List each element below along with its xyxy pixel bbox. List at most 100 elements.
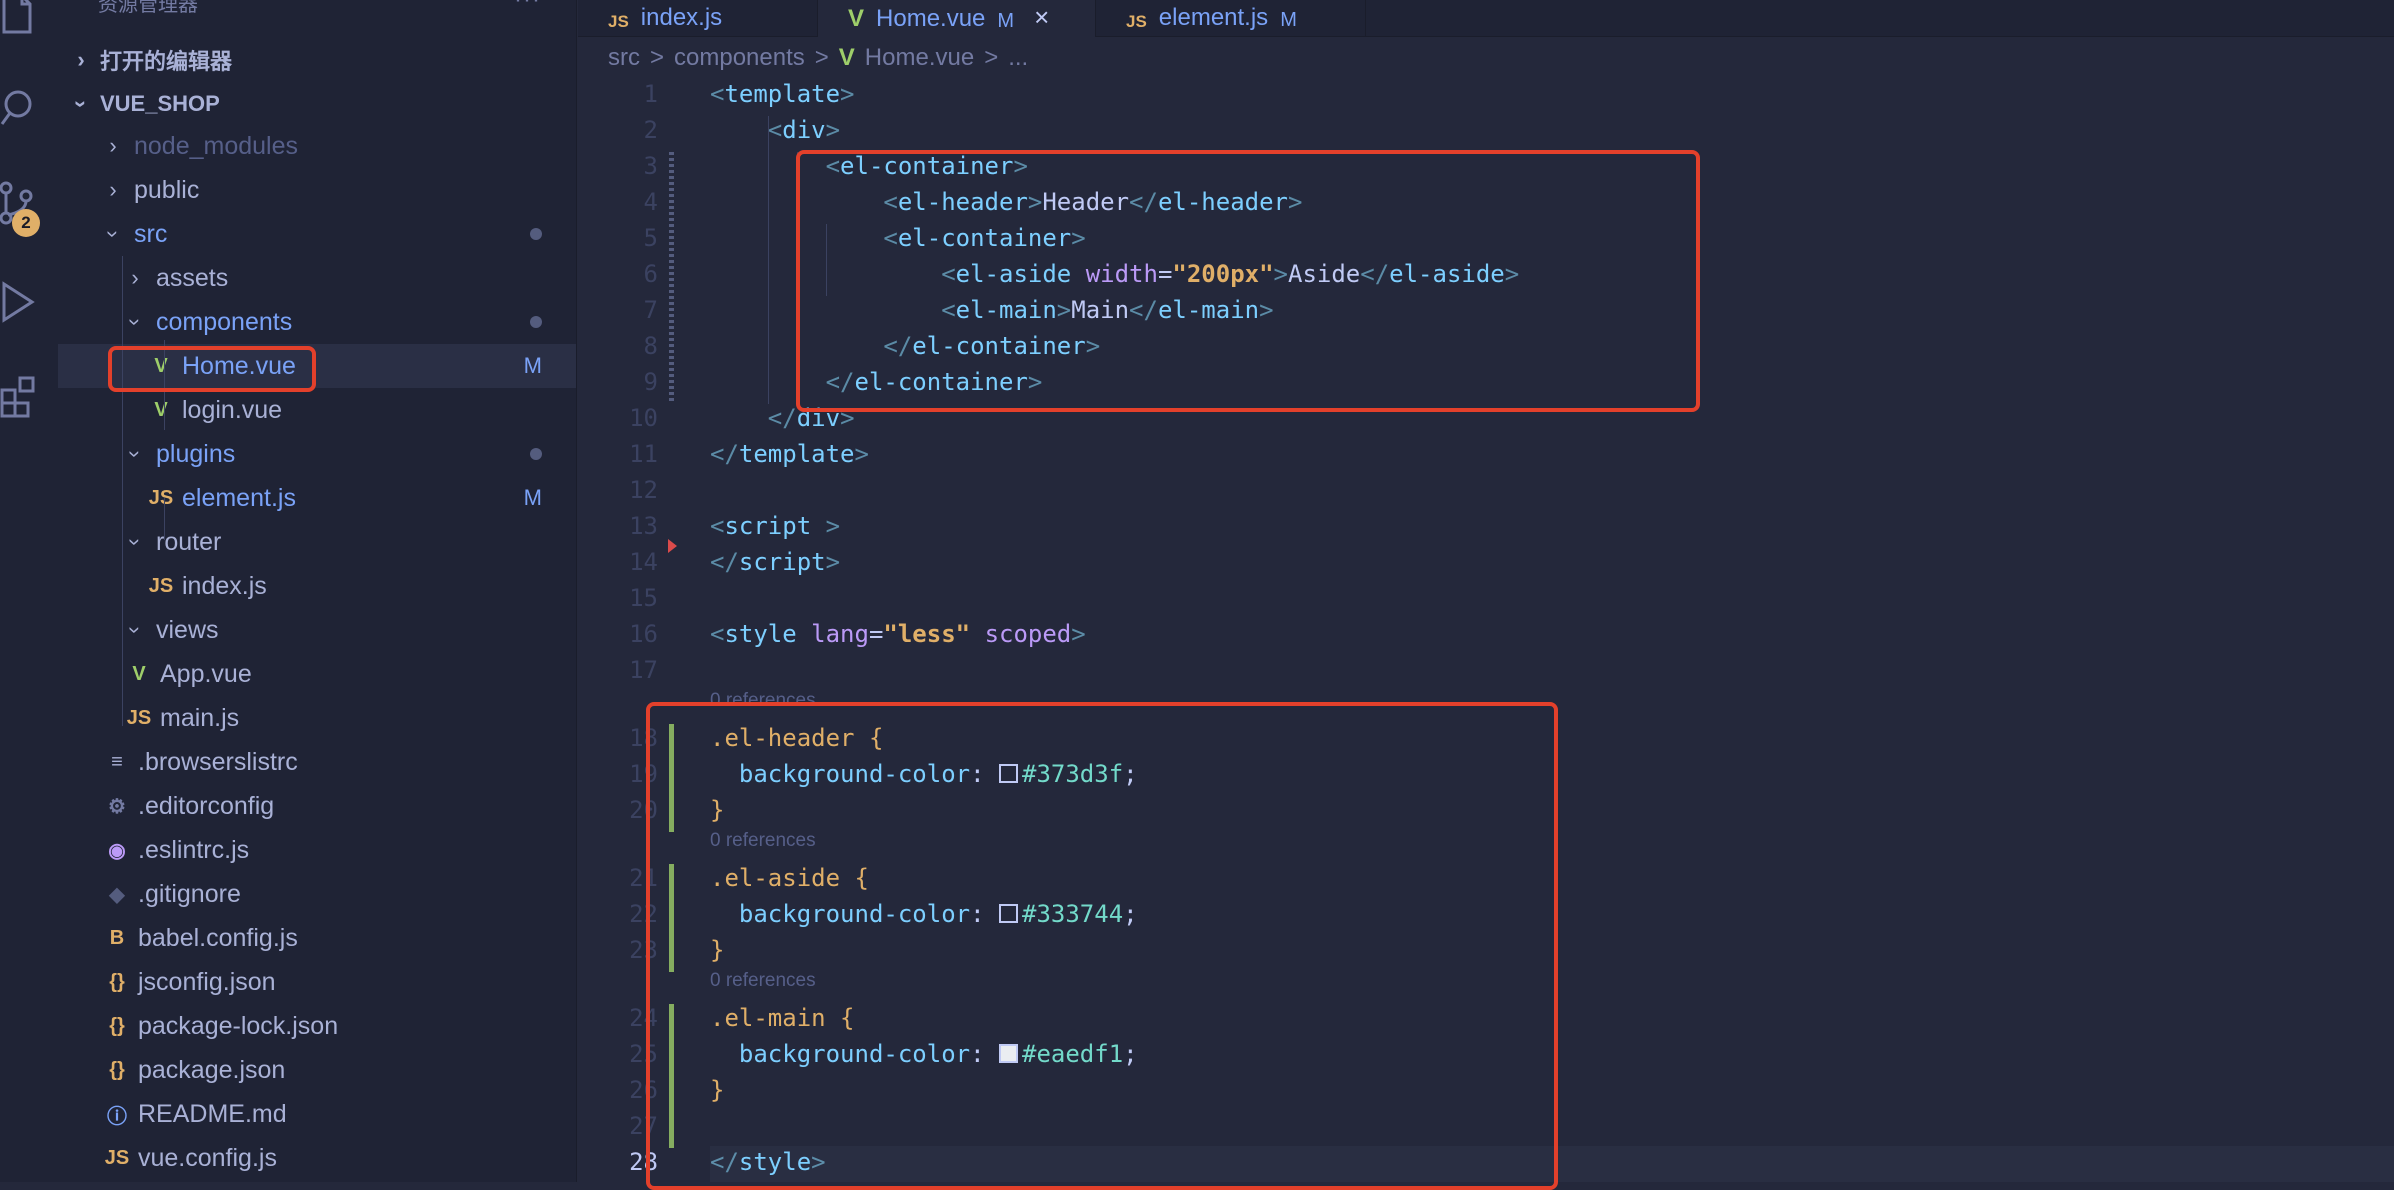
tree-item-element-js[interactable]: JS element.js M — [58, 476, 576, 520]
code-line[interactable]: background-color: #373d3f; — [710, 760, 1138, 788]
tree-item-jsconfig-json[interactable]: {} jsconfig.json — [58, 960, 576, 1004]
tree-item-label: App.vue — [160, 659, 252, 688]
tree-item-package-json[interactable]: {} package.json — [58, 1048, 576, 1092]
code-token: > — [1027, 188, 1043, 216]
breadcrumb-separator: > — [814, 44, 829, 71]
tree-item-app-vue[interactable]: V App.vue — [58, 652, 576, 696]
code-line[interactable]: </el-container> — [710, 368, 1043, 396]
tree-item-babel-config-js[interactable]: Bbabel.config.js — [58, 916, 576, 960]
code-line[interactable]: <el-header>Header</el-header> — [710, 188, 1302, 216]
tab-index-js[interactable]: JS index.js — [578, 0, 818, 36]
close-icon[interactable]: × — [1034, 2, 1049, 33]
breadcrumb-item-symbol[interactable]: ... — [1008, 44, 1028, 72]
color-swatch-icon[interactable] — [999, 904, 1018, 923]
gutter-change-marker[interactable] — [669, 152, 674, 404]
tree-item-router[interactable]: › router — [58, 520, 576, 564]
tree-item-src[interactable]: › src — [58, 212, 576, 256]
tree-item-public[interactable]: › public — [58, 168, 576, 212]
tree-item-assets[interactable]: › assets — [58, 256, 576, 300]
tree-item-home-vue[interactable]: V Home.vue M — [58, 344, 576, 388]
code-line[interactable]: background-color: #333744; — [710, 900, 1138, 928]
breadcrumb-item-file[interactable]: Home.vue — [865, 44, 974, 72]
extensions-icon[interactable] — [0, 372, 58, 428]
tree-item-gitignore[interactable]: ◆ .gitignore — [58, 872, 576, 916]
code-line[interactable]: <el-container> — [710, 224, 1085, 252]
code-line[interactable]: <el-container> — [710, 152, 1028, 180]
tree-item-main-js[interactable]: JS main.js — [58, 696, 576, 740]
code-line[interactable]: <template> — [710, 80, 855, 108]
code-line[interactable]: .el-header { — [710, 724, 883, 752]
chevron-down-icon: › — [123, 318, 148, 326]
tree-item-browserslistrc[interactable]: ≡ .browserslistrc — [58, 740, 576, 784]
codelens-references[interactable]: 0 references — [710, 830, 816, 852]
code-line[interactable]: .el-main { — [710, 1004, 855, 1032]
tree-item-login-vue[interactable]: Vlogin.vue — [58, 388, 576, 432]
code-token: < — [710, 512, 725, 540]
vue-file-icon: V — [154, 398, 168, 421]
code-token: > — [1504, 260, 1520, 288]
code-token: background-color — [738, 760, 971, 788]
code-line[interactable]: } — [710, 796, 724, 824]
code-token: < — [825, 152, 841, 180]
codelens-references[interactable]: 0 references — [710, 690, 816, 712]
tree-item-vue-config-js[interactable]: JS vue.config.js — [58, 1136, 576, 1180]
tree-item-index-js[interactable]: JS index.js — [58, 564, 576, 608]
code-token: > — [1027, 368, 1043, 396]
indent-guide — [767, 116, 769, 404]
json-file-icon: {} — [109, 970, 125, 993]
code-token: el-container — [912, 332, 1086, 360]
color-swatch-icon[interactable] — [999, 764, 1018, 783]
code-line[interactable]: <style lang="less" scoped> — [710, 620, 1086, 648]
files-icon[interactable] — [0, 0, 58, 42]
tree-item-readme-md[interactable]: ⓘ README.md — [58, 1092, 576, 1136]
tree-item-editorconfig[interactable]: ⚙ .editorconfig — [58, 784, 576, 828]
code-token: style — [724, 620, 797, 648]
code-token: width — [1085, 260, 1158, 288]
code-token: script — [724, 512, 812, 540]
code-line[interactable]: } — [710, 936, 724, 964]
code-token: lang — [811, 620, 869, 648]
code-line[interactable]: </style> — [710, 1148, 826, 1176]
tab-home-vue[interactable]: V Home.vue M × — [818, 0, 1096, 37]
color-swatch-icon[interactable] — [999, 1044, 1018, 1063]
breadcrumb-item-src[interactable]: src — [608, 44, 640, 72]
code-token: > — [825, 116, 841, 144]
gutter-change-marker[interactable] — [669, 1004, 674, 1148]
tree-item-eslintrc-js[interactable]: ◉ .eslintrc.js — [58, 828, 576, 872]
code-line[interactable]: <script > — [710, 512, 840, 540]
code-token: .el-aside { — [710, 864, 869, 892]
gutter-change-marker[interactable] — [669, 724, 674, 832]
indent-guide — [164, 498, 165, 540]
line-number: 7 — [643, 296, 658, 324]
more-actions-icon[interactable]: ··· — [514, 0, 541, 14]
tree-item-package-lock-json[interactable]: {} package-lock.json — [58, 1004, 576, 1048]
code-line[interactable]: .el-aside { — [710, 864, 869, 892]
chevron-right-icon: › — [77, 47, 85, 72]
code-line[interactable]: </div> — [710, 404, 855, 432]
gutter-change-marker[interactable] — [669, 864, 674, 972]
code-line[interactable]: background-color: #eaedf1; — [710, 1040, 1138, 1068]
breadcrumb-item-components[interactable]: components — [674, 44, 805, 72]
code-line[interactable]: <el-main>Main</el-main> — [710, 296, 1273, 324]
codelens-references[interactable]: 0 references — [710, 970, 816, 992]
code-line[interactable]: </script> — [710, 548, 840, 576]
tree-item-views[interactable]: › views — [58, 608, 576, 652]
code-line[interactable]: } — [710, 1076, 724, 1104]
project-section[interactable]: › VUE_SHOP — [58, 82, 576, 126]
code-token: script — [738, 548, 826, 576]
open-editors-section[interactable]: › 打开的编辑器 — [58, 38, 576, 82]
js-file-icon: JS — [148, 486, 174, 509]
code-line[interactable]: <el-aside width="200px">Aside</el-aside> — [710, 260, 1519, 288]
deleted-lines-marker-icon[interactable] — [668, 539, 677, 553]
search-icon[interactable] — [0, 82, 58, 138]
tree-item-plugins[interactable]: › plugins — [58, 432, 576, 476]
run-debug-icon[interactable] — [0, 276, 58, 332]
tree-item-components[interactable]: › components — [58, 300, 576, 344]
code-editor[interactable]: 1 <template> 2 <div> 3 <el-container> 4 <el-… — [578, 80, 2394, 1190]
code-line[interactable]: <div> — [710, 116, 840, 144]
code-line[interactable]: </template> — [710, 440, 869, 468]
tree-item-node-modules[interactable]: › node_modules — [58, 124, 576, 168]
tab-element-js[interactable]: JS element.js M — [1096, 0, 1366, 36]
